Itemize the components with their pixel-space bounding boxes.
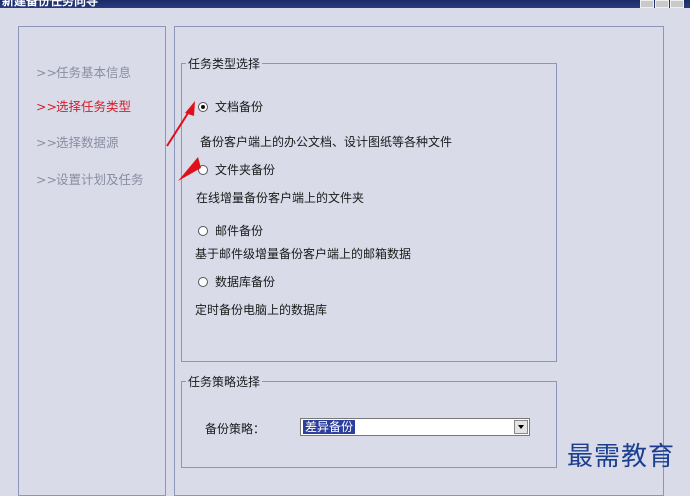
backup-strategy-value: 差异备份 [303, 420, 356, 434]
step-basic-info[interactable]: >>任务基本信息 [36, 62, 131, 80]
step-select-data-source[interactable]: >>选择数据源 [36, 132, 119, 150]
dropdown-arrow-icon[interactable] [514, 420, 528, 434]
chevron-right-icon: >> [36, 172, 57, 187]
radio-folder-backup[interactable] [198, 165, 208, 175]
option-desc-document-backup: 备份客户端上的办公文档、设计图纸等各种文件 [200, 135, 453, 149]
task-strategy-group: 任务策略选择 备份策略： 差异备份 [181, 373, 557, 468]
close-button[interactable] [670, 0, 684, 8]
step-label: 选择任务类型 [56, 99, 132, 114]
option-label-mail-backup: 邮件备份 [215, 224, 264, 238]
step-schedule-settings[interactable]: >>设置计划及任务 [36, 169, 144, 187]
option-desc-mail-backup: 基于邮件级增量备份客户端上的邮箱数据 [195, 247, 412, 261]
radio-mail-backup[interactable] [198, 226, 208, 236]
option-label-document-backup: 文档备份 [215, 100, 264, 114]
option-desc-database-backup: 定时备份电脑上的数据库 [195, 303, 328, 317]
option-label-database-backup: 数据库备份 [215, 275, 276, 289]
watermark-logo: 最需教育 [567, 442, 676, 472]
step-label: 任务基本信息 [56, 65, 132, 80]
option-label-folder-backup: 文件夹备份 [215, 163, 276, 177]
maximize-button[interactable] [655, 0, 669, 8]
backup-strategy-select[interactable]: 差异备份 [300, 418, 530, 436]
radio-document-backup[interactable] [198, 102, 208, 112]
step-label: 设置计划及任务 [56, 172, 144, 187]
radio-database-backup[interactable] [198, 277, 208, 287]
window-title: 新建备份任务向导 [2, 0, 99, 8]
main-panel: 任务类型选择 文档备份 备份客户端上的办公文档、设计图纸等各种文件 文件夹备份 … [174, 26, 664, 496]
chevron-right-icon: >> [36, 65, 57, 80]
window-controls [640, 0, 684, 8]
task-strategy-legend: 任务策略选择 [188, 375, 261, 389]
step-label: 选择数据源 [56, 135, 119, 150]
title-bar: 新建备份任务向导 [0, 0, 690, 8]
chevron-right-icon: >> [36, 99, 57, 114]
wizard-steps-panel: >>任务基本信息 >>选择任务类型 >>选择数据源 >>设置计划及任务 [18, 26, 166, 496]
step-select-task-type[interactable]: >>选择任务类型 [36, 96, 131, 114]
minimize-button[interactable] [640, 0, 654, 8]
chevron-right-icon: >> [36, 135, 57, 150]
task-type-group: 任务类型选择 文档备份 备份客户端上的办公文档、设计图纸等各种文件 文件夹备份 … [181, 55, 557, 362]
option-desc-folder-backup: 在线增量备份客户端上的文件夹 [196, 191, 365, 205]
backup-strategy-label: 备份策略： [205, 422, 266, 436]
task-type-legend: 任务类型选择 [188, 57, 261, 71]
